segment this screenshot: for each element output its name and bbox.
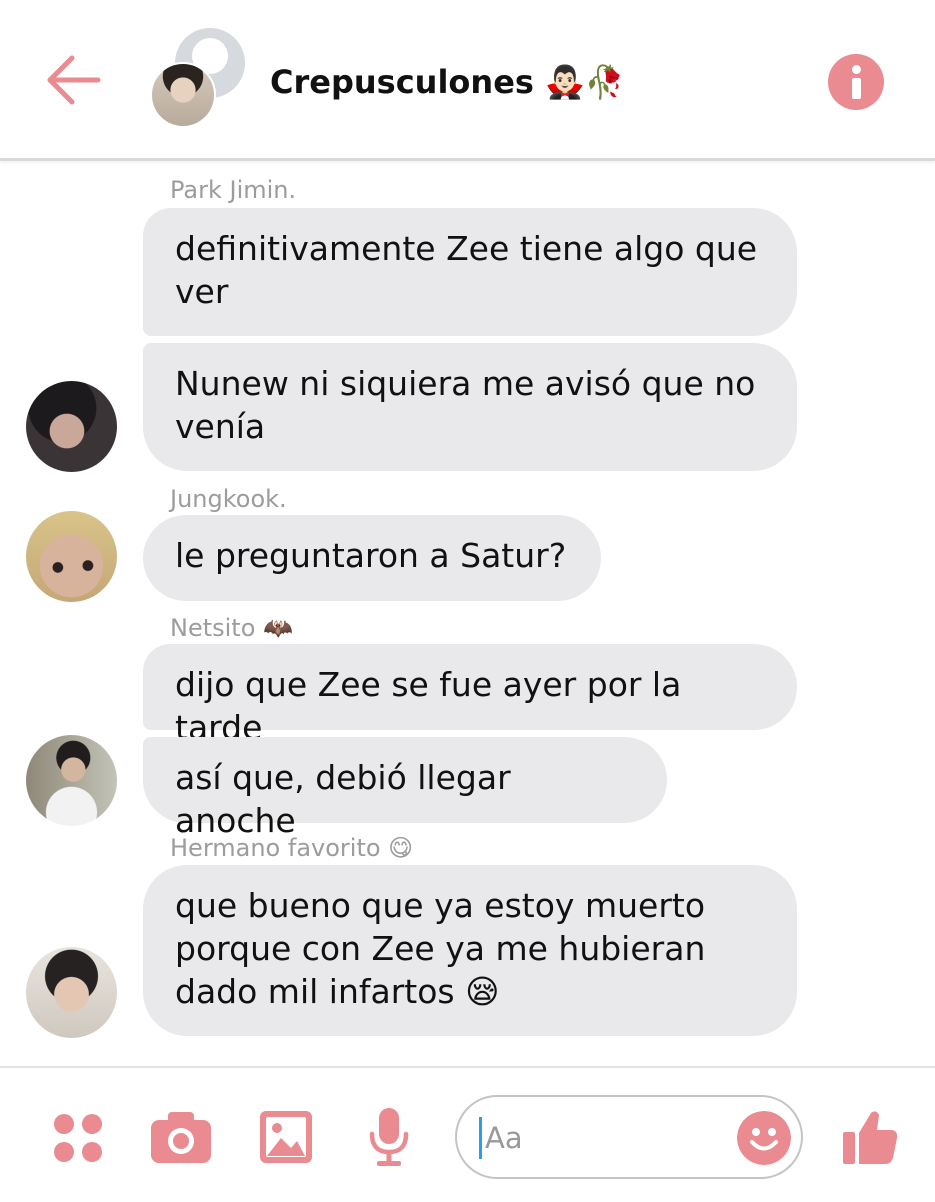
avatar[interactable] xyxy=(26,735,117,826)
camera-icon[interactable] xyxy=(150,1110,212,1164)
group-avatar[interactable] xyxy=(150,62,216,128)
gallery-icon[interactable] xyxy=(259,1110,313,1164)
message-bubble[interactable]: definitivamente Zee tiene algo que ver xyxy=(143,208,797,336)
apps-icon[interactable] xyxy=(52,1112,104,1164)
message-bubble[interactable]: le preguntaron a Satur? xyxy=(143,515,601,601)
text-cursor xyxy=(479,1117,482,1159)
back-arrow-icon[interactable] xyxy=(44,52,102,108)
microphone-icon[interactable] xyxy=(367,1106,411,1168)
message-bubble[interactable]: Nunew ni siquiera me avisó que no venía xyxy=(143,343,797,471)
message-bubble[interactable]: dijo que Zee se fue ayer por la tarde xyxy=(143,644,797,747)
message-input-placeholder: Aa xyxy=(485,1121,523,1155)
chat-header: Crepusculones 🧛🏻‍♂️🥀 xyxy=(0,0,935,161)
chat-title[interactable]: Crepusculones 🧛🏻‍♂️🥀 xyxy=(270,60,625,104)
avatar[interactable] xyxy=(26,511,117,602)
sender-name: Hermano favorito 😋 xyxy=(170,834,414,862)
thumbs-up-icon[interactable] xyxy=(841,1108,899,1166)
emoji-icon[interactable] xyxy=(737,1111,791,1165)
message-input[interactable]: Aa xyxy=(455,1095,803,1179)
sender-name: Netsito 🦇 xyxy=(170,614,293,642)
sender-name: Park Jimin. xyxy=(170,176,297,204)
chat-title-text: Crepusculones xyxy=(270,63,534,101)
avatar[interactable] xyxy=(26,947,117,1038)
info-icon[interactable] xyxy=(828,54,884,110)
chat-title-emoji: 🧛🏻‍♂️🥀 xyxy=(545,63,625,101)
message-bubble[interactable]: así que, debió llegar anoche xyxy=(143,737,667,840)
sender-name: Jungkook. xyxy=(170,485,287,513)
message-bubble[interactable]: que bueno que ya estoy muerto porque con… xyxy=(143,865,797,1036)
avatar[interactable] xyxy=(26,381,117,472)
